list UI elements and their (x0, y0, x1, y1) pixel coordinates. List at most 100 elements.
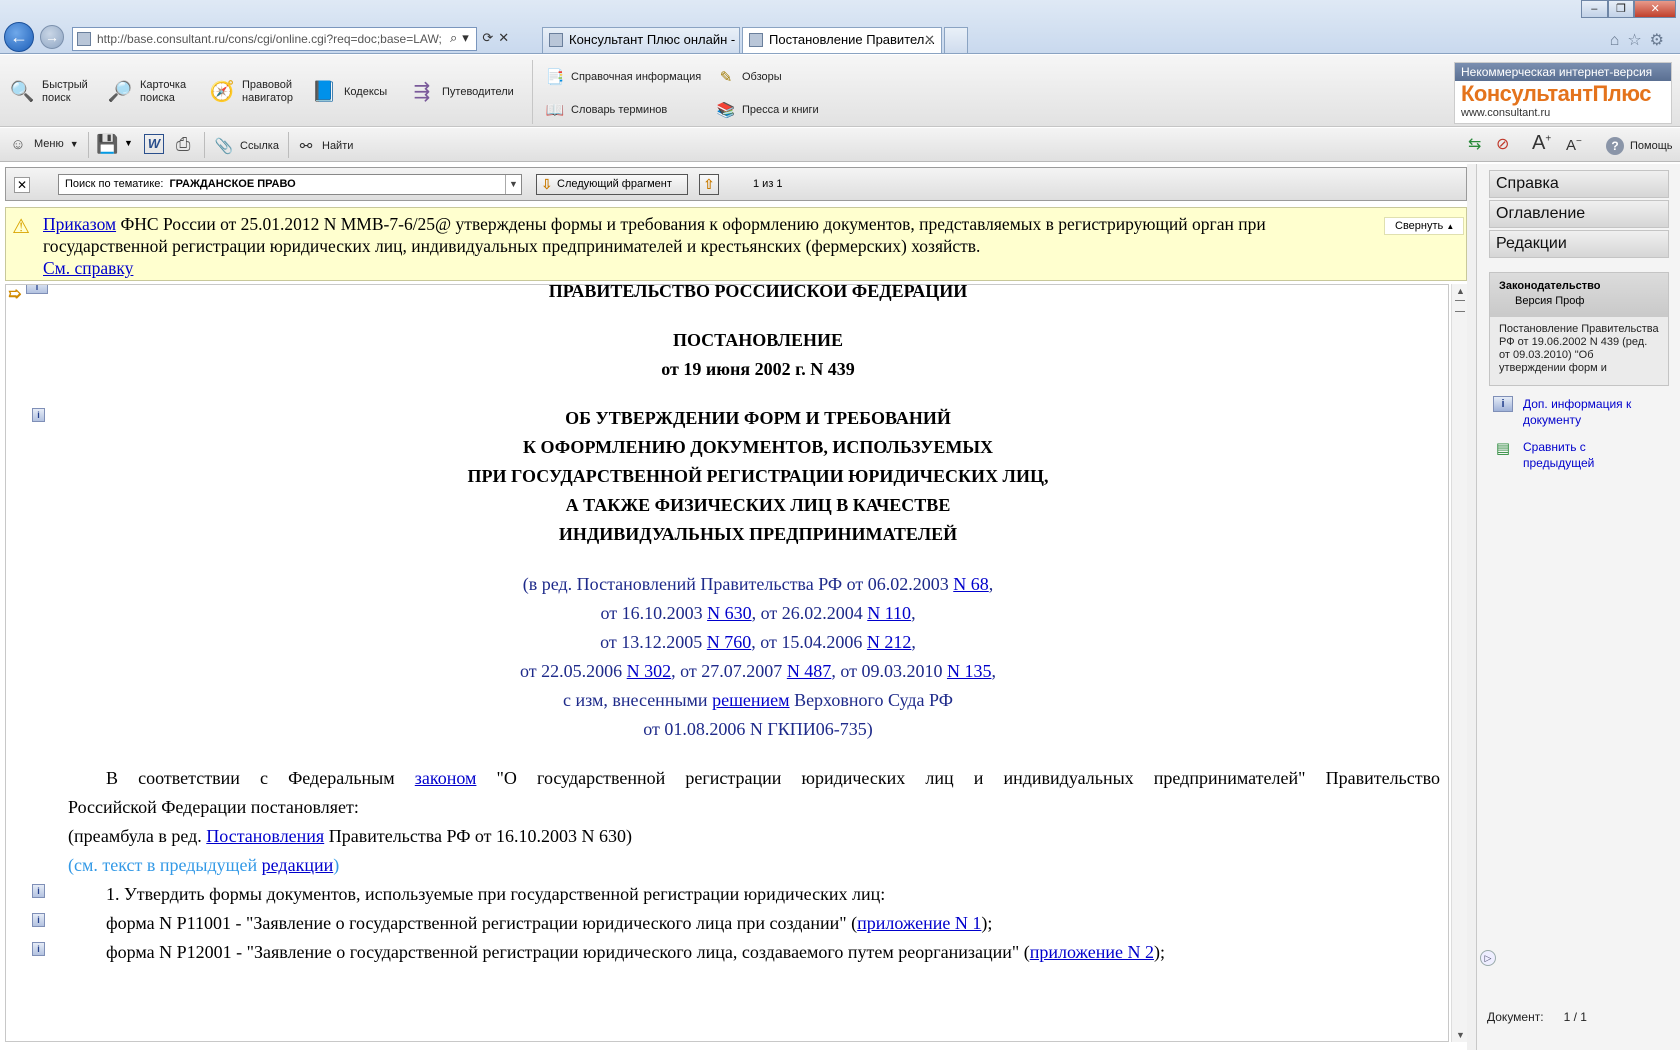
logo-url: www.consultant.ru (1461, 107, 1551, 119)
doc-title-line: ПРИ ГОСУДАРСТВЕННОЙ РЕГИСТРАЦИИ ЮРИДИЧЕС… (467, 466, 1049, 486)
scroll-thumb[interactable] (1455, 300, 1465, 312)
compare-link[interactable]: ▤ Сравнить с предыдущей (1493, 439, 1653, 471)
toolbar-label: Правовой навигатор (242, 79, 293, 104)
chevron-up-icon: ▲ (1446, 222, 1455, 231)
tab-reference[interactable]: Справка (1489, 170, 1669, 198)
link-button[interactable]: 📎 Ссылка (214, 136, 279, 156)
preamble-edition-text: Правительства РФ от 16.10.2003 N 630) (324, 826, 633, 846)
law-link[interactable]: законом (415, 768, 477, 788)
search-prefix: Поиск по тематике: (65, 178, 164, 190)
window-close-icon[interactable]: ✕ (1634, 0, 1676, 18)
address-tools[interactable]: ⌕▾ ⟳✕ (450, 30, 514, 46)
minimize-icon[interactable]: – (1581, 0, 1608, 18)
window-controls: – ❐ ✕ (1581, 0, 1676, 20)
gear-icon[interactable]: ⚙ (1650, 32, 1672, 49)
form-text: ); (981, 913, 993, 933)
edition-link[interactable]: N 302 (627, 661, 672, 681)
tab-close-icon[interactable]: ✕ (924, 28, 935, 52)
address-url: http://base.consultant.ru/cons/cgi/onlin… (97, 32, 442, 46)
home-icon[interactable]: ⌂ (1610, 32, 1628, 49)
edition-line: от 16.10.2003 N 630, от 26.02.2004 N 110… (68, 598, 1448, 629)
new-tab-button[interactable] (944, 27, 968, 53)
next-fragment-button[interactable]: Следующий фрагмент (536, 174, 688, 195)
order-link[interactable]: Приказом (43, 214, 116, 234)
resolution-link[interactable]: Постановления (206, 826, 324, 846)
chevron-down-icon[interactable]: ▼ (505, 175, 521, 194)
address-bar[interactable]: http://base.consultant.ru/cons/cgi/onlin… (72, 27, 477, 51)
edition-text: , (988, 574, 994, 594)
toolbar-label: Справочная информация (571, 70, 702, 83)
document-counter-value: 1 / 1 (1563, 1010, 1587, 1024)
font-decrease-icon[interactable]: A− (1566, 136, 1582, 154)
chevron-down-icon[interactable]: ▼ (124, 138, 133, 148)
pen-icon: ✎ (719, 68, 733, 86)
menu-button[interactable]: ☺ Меню ▼ (8, 134, 78, 154)
collapse-button[interactable]: Свернуть ▲ (1384, 217, 1464, 235)
info-icon[interactable]: i (32, 408, 45, 422)
find-button[interactable]: ⚯ Найти (296, 136, 354, 156)
tab-editions[interactable]: Редакции (1489, 230, 1669, 258)
edition-line: с изм, внесенными решением Верховного Су… (68, 685, 1448, 716)
maximize-icon[interactable]: ❐ (1607, 0, 1635, 18)
pane-splitter[interactable] (1467, 164, 1476, 1050)
info-icon[interactable]: i (32, 913, 45, 927)
info-icon[interactable]: i (32, 884, 45, 898)
edition-text: от 22.05.2006 (520, 661, 627, 681)
forward-button[interactable]: → (40, 25, 64, 49)
sync-icon[interactable]: ⇆ (1468, 134, 1481, 154)
print-icon[interactable]: ⎙ (176, 134, 190, 155)
tab-contents[interactable]: Оглавление (1489, 200, 1669, 228)
quick-search-button[interactable]: 🔍 Быстрый поиск (8, 78, 88, 106)
appendix-link[interactable]: приложение N 1 (857, 913, 981, 933)
close-search-icon[interactable]: ✕ (14, 177, 30, 193)
reviews-button[interactable]: ✎ Обзоры (716, 67, 782, 87)
word-export-icon[interactable]: W (144, 134, 164, 154)
search-topic-combo[interactable]: Поиск по тематике: ГРАЖДАНСКОЕ ПРАВО ▼ (58, 174, 522, 195)
edition-link[interactable]: N 487 (787, 661, 832, 681)
save-icon[interactable]: 💾 (96, 134, 118, 155)
press-books-button[interactable]: 📚 Пресса и книги (716, 100, 819, 120)
edition-link[interactable]: N 760 (707, 632, 752, 652)
previous-edition-link[interactable]: редакции (262, 855, 334, 875)
court-decision-link[interactable]: решением (712, 690, 789, 710)
browser-tab-2[interactable]: Постановление Правител... ✕ (742, 27, 942, 53)
extra-info-label: Доп. информация к документу (1523, 397, 1632, 427)
dictionary-button[interactable]: 📖 Словарь терминов (545, 100, 668, 120)
browser-tab-1[interactable]: Консультант Плюс онлайн - ... (542, 27, 740, 53)
toolbar-label: Словарь терминов (571, 103, 668, 116)
edition-text: с изм, внесенными (563, 690, 713, 710)
search-card-button[interactable]: 🔎 Карточка поиска (106, 78, 187, 106)
doc-type: ПОСТАНОВЛЕНИЕ (672, 330, 844, 350)
reference-info-button[interactable]: 📑 Справочная информация (545, 67, 702, 87)
delete-bookmark-icon[interactable]: ⊘ (1496, 134, 1509, 154)
edition-link[interactable]: N 135 (947, 661, 992, 681)
previous-edition-text: ) (333, 855, 340, 875)
guides-button[interactable]: ⇶ Путеводители (408, 78, 514, 106)
scroll-down-icon[interactable]: ▼ (1456, 1030, 1465, 1040)
help-button[interactable]: ? Помощь (1606, 137, 1673, 155)
extra-info-link[interactable]: i Доп. информация к документу (1493, 396, 1653, 428)
document-scrollbar[interactable]: ▲ ▼ (1451, 284, 1468, 1042)
edition-link[interactable]: N 68 (953, 574, 989, 594)
edition-text: Верховного Суда РФ (789, 690, 953, 710)
appendix-link[interactable]: приложение N 2 (1030, 942, 1154, 962)
edition-text: , от 09.03.2010 (831, 661, 947, 681)
font-increase-icon[interactable]: A+ (1532, 132, 1551, 155)
scroll-up-icon[interactable]: ▲ (1456, 286, 1465, 296)
collapse-pane-icon[interactable]: ▷ (1480, 950, 1496, 966)
favorites-star-icon[interactable]: ☆ (1627, 32, 1649, 49)
codexes-button[interactable]: 📘 Кодексы (310, 78, 388, 106)
edition-text: , от 15.04.2006 (751, 632, 867, 652)
edition-link[interactable]: N 110 (867, 603, 911, 623)
edition-link[interactable]: N 212 (867, 632, 912, 652)
tab-label: Постановление Правител... (769, 32, 936, 47)
edition-link[interactable]: N 630 (707, 603, 752, 623)
info-icon[interactable]: i (32, 942, 45, 956)
prev-fragment-button[interactable]: ⇧ (699, 174, 719, 195)
legal-navigator-button[interactable]: 🧭 Правовой навигатор (208, 78, 293, 106)
back-button[interactable]: ← (4, 22, 34, 52)
see-reference-link[interactable]: См. справку (43, 258, 133, 278)
info-icon[interactable]: i (26, 285, 48, 294)
search-topic: ГРАЖДАНСКОЕ ПРАВО (169, 178, 296, 190)
magnifier-icon: 🔍 (9, 80, 35, 103)
